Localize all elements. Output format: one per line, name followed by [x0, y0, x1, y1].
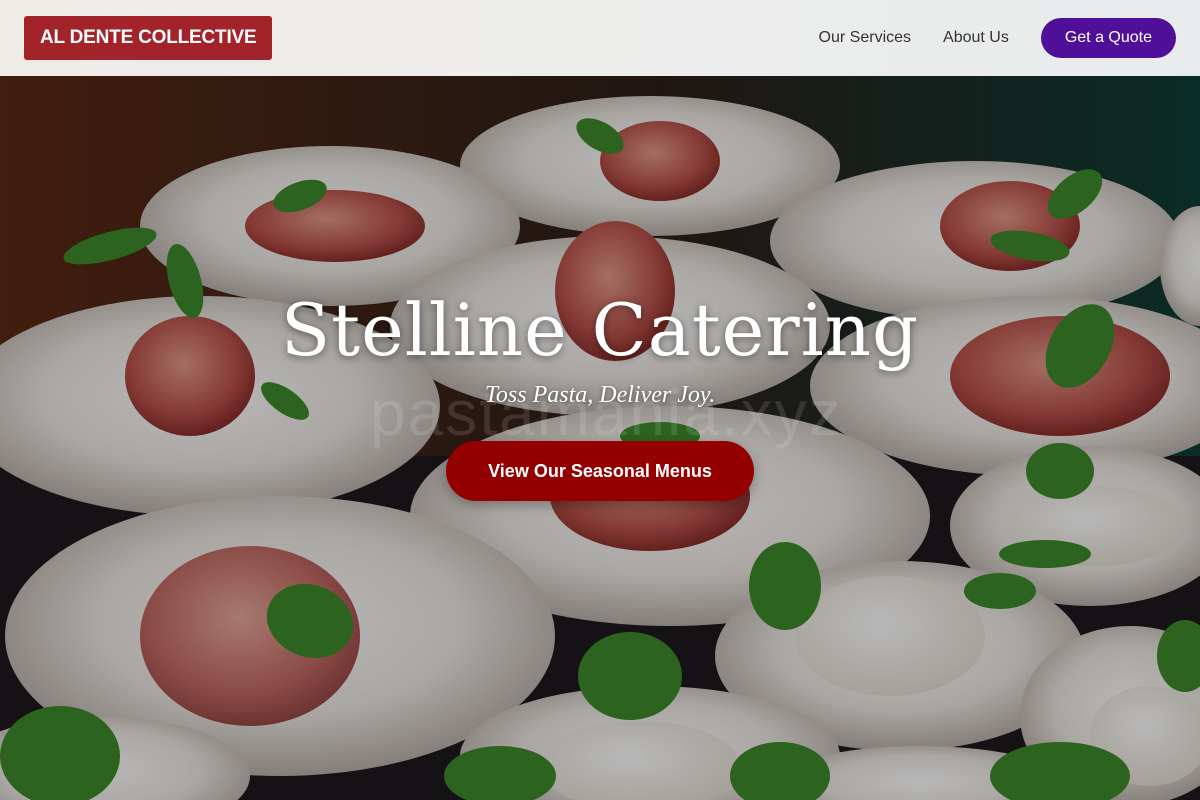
- hero-tagline: Toss Pasta, Deliver Joy.: [484, 382, 716, 408]
- view-seasonal-menus-button[interactable]: View Our Seasonal Menus: [446, 441, 754, 501]
- site-header: AL DENTE COLLECTIVE Our Services About U…: [0, 0, 1200, 76]
- hero-section: pastamania.xyz Stelline Catering Toss Pa…: [0, 76, 1200, 800]
- brand-logo[interactable]: AL DENTE COLLECTIVE: [24, 16, 273, 60]
- nav-link-our-services[interactable]: Our Services: [819, 29, 911, 47]
- hero-content: Stelline Catering Toss Pasta, Deliver Jo…: [0, 76, 1200, 800]
- main-nav: Our Services About Us Get a Quote: [819, 18, 1176, 58]
- hero-title: Stelline Catering: [280, 288, 920, 372]
- nav-link-about-us[interactable]: About Us: [943, 29, 1009, 47]
- get-a-quote-button[interactable]: Get a Quote: [1040, 18, 1176, 58]
